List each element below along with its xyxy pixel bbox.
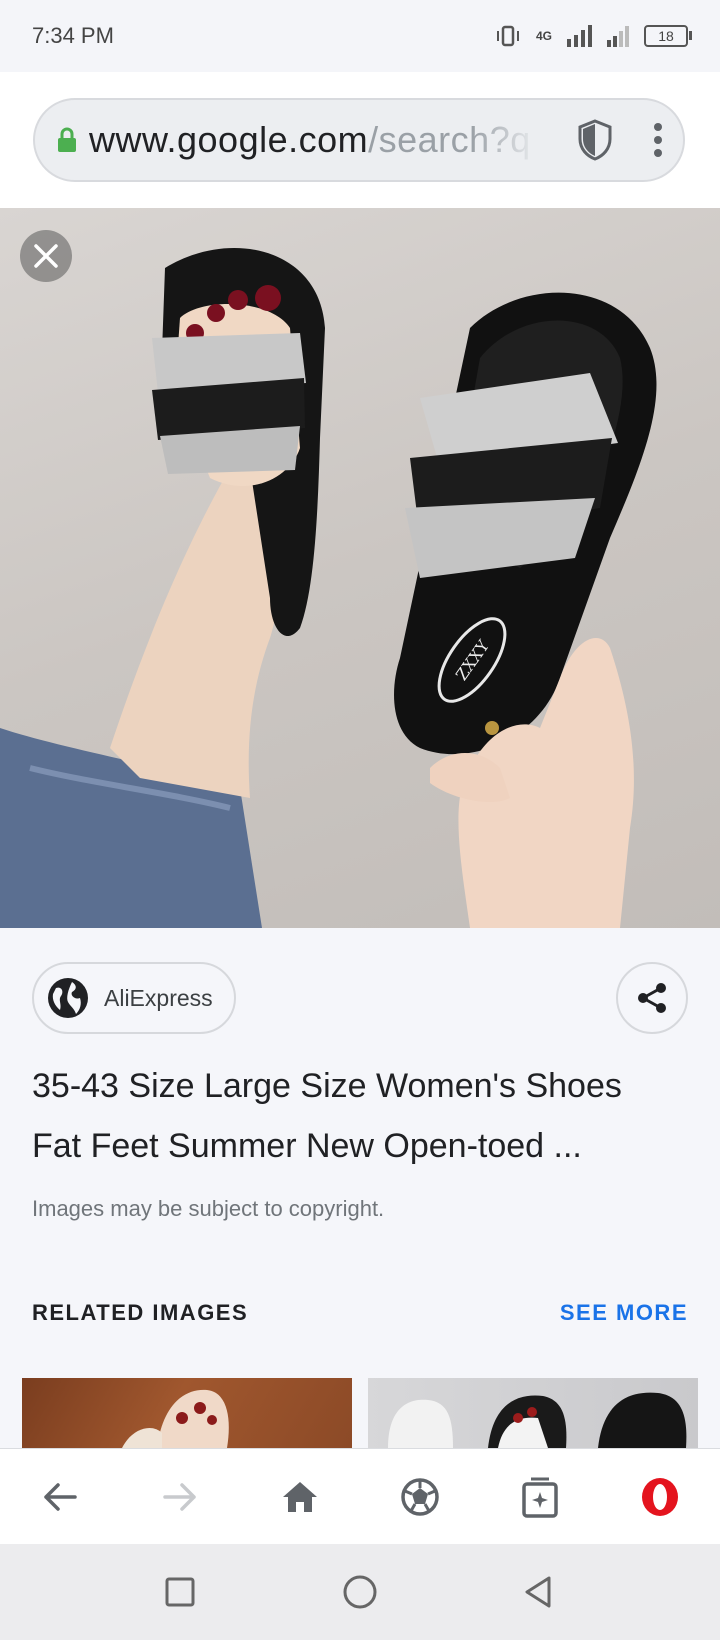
opera-menu-icon bbox=[642, 1478, 678, 1516]
status-icons: 4G 18 bbox=[494, 25, 692, 47]
address-bar[interactable]: www.google.com/search?q bbox=[33, 98, 685, 182]
lock-icon bbox=[58, 127, 76, 152]
related-images-header: RELATED IMAGES SEE MORE bbox=[32, 1300, 688, 1326]
url-text[interactable]: www.google.com/search?q bbox=[89, 119, 539, 161]
signal-strength-2-icon bbox=[607, 26, 629, 47]
home-nav-button[interactable] bbox=[330, 1562, 390, 1622]
status-time: 7:34 PM bbox=[32, 23, 114, 48]
more-options-icon[interactable] bbox=[653, 122, 663, 158]
back-icon bbox=[44, 1483, 77, 1511]
opera-menu-button[interactable] bbox=[620, 1449, 700, 1545]
related-images-label: RELATED IMAGES bbox=[32, 1300, 249, 1325]
home-icon bbox=[283, 1482, 317, 1512]
back-triangle-icon bbox=[525, 1576, 551, 1608]
share-icon bbox=[638, 983, 666, 1013]
back-button[interactable] bbox=[20, 1449, 100, 1545]
source-chip[interactable]: AliExpress bbox=[32, 962, 236, 1034]
home-circle-icon bbox=[343, 1575, 377, 1609]
home-button[interactable] bbox=[260, 1449, 340, 1545]
url-host: www.google.com bbox=[89, 119, 369, 160]
result-title-line-1: 35-43 Size Large Size Women's Shoes bbox=[32, 1067, 622, 1105]
url-path: /search?q bbox=[368, 119, 531, 160]
vibrate-icon bbox=[496, 25, 519, 47]
status-bar: 7:34 PM 4G 18 bbox=[0, 0, 720, 72]
close-image-button[interactable] bbox=[20, 230, 72, 282]
globe-icon bbox=[48, 978, 88, 1018]
result-title[interactable]: 35-43 Size Large Size Women's Shoes Fat … bbox=[32, 1056, 692, 1176]
shield-icon[interactable] bbox=[577, 119, 613, 161]
related-image-thumbnail[interactable] bbox=[22, 1378, 352, 1448]
tabs-button[interactable] bbox=[500, 1449, 580, 1545]
recents-icon bbox=[165, 1577, 195, 1607]
sandal-thumbnail-2 bbox=[388, 1392, 687, 1448]
tabs-icon bbox=[522, 1477, 558, 1518]
signal-strength-icon bbox=[567, 25, 592, 47]
battery-level: 18 bbox=[658, 28, 674, 44]
copyright-notice: Images may be subject to copyright. bbox=[32, 1196, 385, 1221]
sandals-photo: ZXXY bbox=[0, 248, 657, 928]
share-button[interactable] bbox=[616, 962, 688, 1034]
system-navigation-bar bbox=[0, 1544, 720, 1640]
back-nav-button[interactable] bbox=[508, 1562, 568, 1622]
battery-icon: 18 bbox=[644, 25, 692, 47]
forward-button[interactable] bbox=[140, 1449, 220, 1545]
related-image-thumbnail[interactable] bbox=[368, 1378, 698, 1448]
sandal-thumbnail-1 bbox=[122, 1389, 229, 1448]
browser-toolbar bbox=[0, 1448, 720, 1544]
forward-icon bbox=[163, 1483, 196, 1511]
recents-button[interactable] bbox=[150, 1562, 210, 1622]
result-title-line-2: Fat Feet Summer New Open-toed ... bbox=[32, 1127, 582, 1165]
product-image: ZXXY bbox=[0, 208, 720, 928]
network-type: 4G bbox=[535, 29, 552, 43]
source-name: AliExpress bbox=[104, 984, 213, 1011]
speed-dial-icon bbox=[401, 1478, 439, 1516]
see-more-link[interactable]: SEE MORE bbox=[560, 1300, 688, 1326]
address-bar-actions bbox=[577, 100, 663, 180]
speed-dial-button[interactable] bbox=[380, 1449, 460, 1545]
address-bar-area: www.google.com/search?q bbox=[0, 72, 720, 209]
close-icon bbox=[34, 244, 58, 268]
